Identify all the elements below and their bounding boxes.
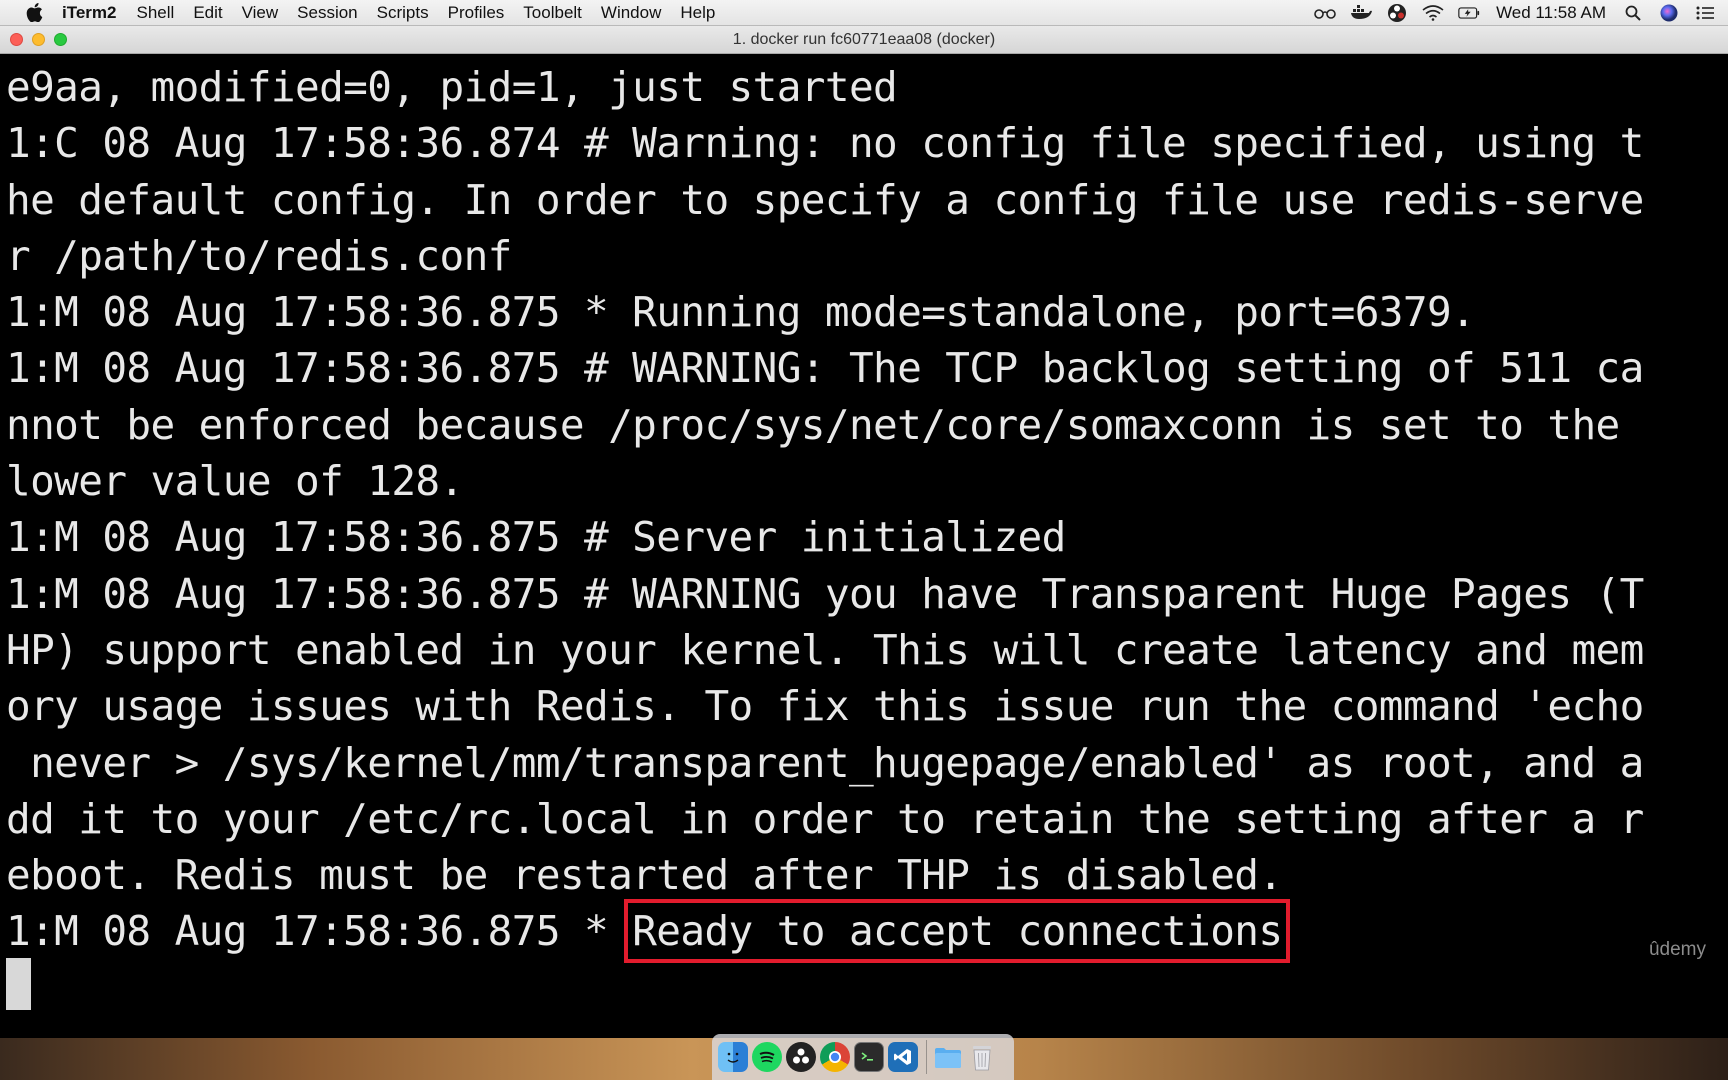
siri-icon[interactable]: [1658, 3, 1680, 23]
obs-icon[interactable]: [1386, 3, 1408, 23]
menu-help[interactable]: Help: [680, 3, 715, 23]
menu-session[interactable]: Session: [297, 3, 357, 23]
battery-charging-icon[interactable]: [1458, 3, 1480, 23]
terminal-line: 1:M 08 Aug 17:58:36.875 # WARNING: The T…: [6, 344, 1644, 393]
chrome-icon[interactable]: [820, 1042, 850, 1072]
menu-app-name[interactable]: iTerm2: [62, 3, 117, 23]
search-icon[interactable]: [1622, 3, 1644, 23]
terminal-line: e9aa, modified=0, pid=1, just started: [6, 63, 898, 111]
terminal-app-icon[interactable]: [854, 1042, 884, 1072]
terminal-line: eboot. Redis must be restarted after THP…: [6, 851, 1283, 900]
menu-window[interactable]: Window: [601, 3, 661, 23]
spotify-icon[interactable]: [752, 1042, 782, 1072]
trash-icon[interactable]: [967, 1042, 997, 1072]
menubar-clock[interactable]: Wed 11:58 AM: [1496, 3, 1606, 23]
ready-line-prefix: 1:M 08 Aug 17:58:36.875 *: [6, 907, 633, 956]
terminal-line: lower value of 128.: [6, 457, 464, 506]
terminal-line: HP) support enabled in your kernel. This…: [6, 625, 1644, 674]
terminal-line: 1:C 08 Aug 17:58:36.874 # Warning: no co…: [6, 119, 1644, 168]
terminal-line: 1:M 08 Aug 17:58:36.875 * Running mode=s…: [6, 288, 1476, 337]
menu-profiles[interactable]: Profiles: [448, 3, 505, 23]
window-title: 1. docker run fc60771eaa08 (docker): [732, 31, 996, 48]
vscode-icon[interactable]: [888, 1042, 918, 1072]
terminal-line: ory usage issues with Redis. To fix this…: [6, 682, 1644, 731]
menu-toolbelt[interactable]: Toolbelt: [523, 3, 582, 23]
terminal-line-ready: 1:M 08 Aug 17:58:36.875 * Ready to accep…: [6, 899, 1644, 964]
ready-message-highlight: Ready to accept connections: [624, 899, 1291, 964]
terminal-cursor: [6, 958, 31, 1010]
terminal-line: never > /sys/kernel/mm/transparent_hugep…: [6, 738, 1644, 787]
glasses-icon[interactable]: [1314, 3, 1336, 23]
menu-scripts[interactable]: Scripts: [377, 3, 429, 23]
terminal-line: nnot be enforced because /proc/sys/net/c…: [6, 400, 1620, 449]
menu-shell[interactable]: Shell: [137, 3, 175, 23]
obs-app-icon[interactable]: [786, 1042, 816, 1072]
terminal-line: r /path/to/redis.conf: [6, 231, 512, 280]
terminal-line: he default config. In order to specify a…: [6, 175, 1644, 224]
udemy-watermark: ûdemy: [1648, 939, 1706, 960]
dock: [712, 1034, 1014, 1080]
menu-bar: iTerm2 Shell Edit View Session Scripts P…: [0, 0, 1728, 26]
notification-center-icon[interactable]: [1694, 3, 1716, 23]
terminal-line: dd it to your /etc/rc.local in order to …: [6, 794, 1644, 843]
menu-view[interactable]: View: [242, 3, 279, 23]
terminal-output: e9aa, modified=0, pid=1, just started 1:…: [6, 59, 1644, 964]
terminal-pane[interactable]: e9aa, modified=0, pid=1, just started 1:…: [0, 55, 1728, 1038]
wifi-icon[interactable]: [1422, 3, 1444, 23]
status-area: Wed 11:58 AM: [1300, 0, 1728, 26]
terminal-line: 1:M 08 Aug 17:58:36.875 # Server initial…: [6, 513, 1066, 562]
finder-icon[interactable]: [718, 1042, 748, 1072]
terminal-line: 1:M 08 Aug 17:58:36.875 # WARNING you ha…: [6, 569, 1644, 618]
folder-icon[interactable]: [933, 1042, 963, 1072]
dock-separator: [926, 1040, 927, 1074]
window-title-bar[interactable]: 1. docker run fc60771eaa08 (docker): [0, 26, 1728, 54]
docker-icon[interactable]: [1350, 3, 1373, 23]
menu-edit[interactable]: Edit: [193, 3, 222, 23]
apple-menu-icon[interactable]: [24, 3, 44, 23]
